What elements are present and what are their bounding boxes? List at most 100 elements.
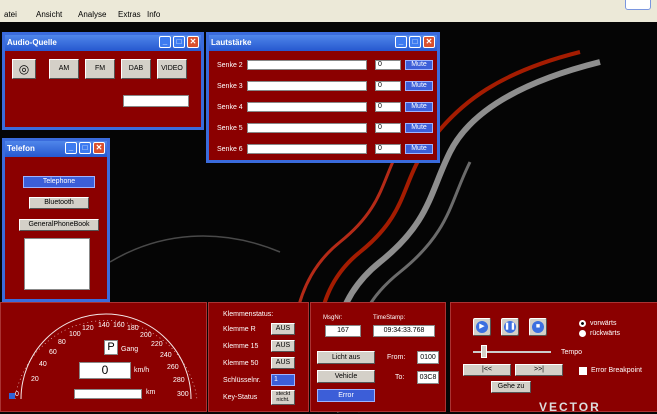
odometer-unit: km	[146, 389, 156, 396]
next-button[interactable]: >>|	[515, 364, 563, 376]
key-status-value: steckt nicht.	[271, 390, 295, 405]
senke-2-mute-button[interactable]: Mute	[405, 60, 433, 70]
cd-source-button[interactable]: ◎	[12, 59, 36, 79]
prev-button[interactable]: |<<	[463, 364, 511, 376]
fm-source-button[interactable]: FM	[85, 59, 115, 79]
tick-100: 100	[69, 331, 81, 338]
licht-aus-button[interactable]: Licht aus	[317, 351, 375, 364]
senke-3-mute-button[interactable]: Mute	[405, 81, 433, 91]
to-label: To:	[395, 374, 405, 381]
klemme-r-value: AUS	[271, 323, 295, 335]
from-label: From:	[387, 354, 406, 361]
menu-info[interactable]: Info	[147, 10, 160, 19]
backward-radio[interactable]	[579, 330, 586, 337]
stop-button[interactable]: ■	[529, 318, 547, 336]
klemme-r-label: Klemme R	[223, 326, 256, 333]
audio-source-window: Audio-Quelle _ □ ✕ ◎ AM FM DAB VIDEO	[2, 32, 204, 130]
senke-4-value[interactable]: 0	[375, 102, 401, 112]
from-value[interactable]: 0100	[417, 351, 439, 364]
window-control[interactable]	[625, 0, 651, 10]
minimize-icon[interactable]: _	[65, 142, 77, 154]
klemmen-title: Klemmenstatus:	[223, 311, 274, 318]
maximize-icon[interactable]: □	[173, 36, 185, 48]
senke-2-value[interactable]: 0	[375, 60, 401, 70]
senke-2-slider[interactable]	[247, 60, 367, 70]
phone-title: Telefon	[7, 144, 35, 153]
senke-5-value[interactable]: 0	[375, 123, 401, 133]
senke-5-slider[interactable]	[247, 123, 367, 133]
minimize-icon[interactable]: _	[395, 36, 407, 48]
to-value[interactable]: 03C8	[417, 371, 439, 384]
bluetooth-button[interactable]: Bluetooth	[29, 197, 89, 209]
speed-display: 0	[79, 362, 131, 379]
telephone-button[interactable]: Telephone	[23, 176, 95, 188]
senke-6-slider[interactable]	[247, 144, 367, 154]
vehicle-button[interactable]: Vehicle	[317, 370, 375, 383]
video-source-button[interactable]: VIDEO	[157, 59, 187, 79]
message-panel: MsgNr: 167 TimeStamp: 09:34:33.768 Licht…	[310, 302, 446, 412]
maximize-icon[interactable]: □	[79, 142, 91, 154]
audio-source-titlebar[interactable]: Audio-Quelle _ □ ✕	[5, 35, 201, 51]
schluesselnr-label: Schlüsselnr.	[223, 377, 261, 384]
tick-300: 300	[177, 391, 189, 398]
senke-5-mute-button[interactable]: Mute	[405, 123, 433, 133]
msgnr-label: MsgNr:	[323, 315, 343, 321]
menu-analyse[interactable]: Analyse	[78, 10, 106, 19]
volume-titlebar[interactable]: Lautstärke _ □ ✕	[209, 35, 437, 51]
pause-icon: ❚❚	[504, 321, 516, 333]
play-button[interactable]: ▶	[473, 318, 491, 336]
error-button[interactable]: Error	[317, 389, 375, 402]
maximize-icon[interactable]: □	[409, 36, 421, 48]
close-icon[interactable]: ✕	[93, 142, 105, 154]
senke-3-value[interactable]: 0	[375, 81, 401, 91]
stop-icon: ■	[532, 321, 544, 333]
goto-button[interactable]: Gehe zu	[491, 381, 531, 393]
phone-display	[24, 238, 90, 290]
minimize-icon[interactable]: _	[159, 36, 171, 48]
playback-panel: ▶ ❚❚ ■ vorwärts rückwärts Tempo |<< >>| …	[450, 302, 657, 414]
tick-260: 260	[167, 364, 179, 371]
forward-radio[interactable]	[579, 320, 586, 327]
tempo-label: Tempo	[561, 349, 583, 356]
tick-140: 140	[98, 322, 110, 329]
volume-title: Lautstärke	[211, 38, 252, 47]
phone-titlebar[interactable]: Telefon _ □ ✕	[5, 141, 107, 157]
senke-6-mute-button[interactable]: Mute	[405, 144, 433, 154]
tick-0: 0	[15, 391, 19, 398]
senke-6-value[interactable]: 0	[375, 144, 401, 154]
menu-bar: atei Ansicht Analyse Extras Info	[0, 0, 657, 22]
cd-icon: ◎	[18, 62, 30, 76]
menu-extras[interactable]: Extras	[118, 10, 141, 19]
klemme-15-value: AUS	[271, 340, 295, 352]
senke-2-label: Senke 2	[217, 62, 243, 69]
tick-120: 120	[82, 325, 94, 332]
tick-240: 240	[160, 352, 172, 359]
tick-280: 280	[173, 377, 185, 384]
senke-4-mute-button[interactable]: Mute	[405, 102, 433, 112]
menu-ansicht[interactable]: Ansicht	[36, 10, 62, 19]
audio-source-display	[123, 95, 189, 107]
tick-80: 80	[58, 339, 66, 346]
tempo-slider-handle[interactable]	[481, 345, 487, 358]
error-breakpoint-checkbox[interactable]	[579, 367, 587, 375]
menu-datei[interactable]: atei	[4, 10, 17, 19]
key-status-label: Key-Status	[223, 394, 258, 401]
senke-3-slider[interactable]	[247, 81, 367, 91]
klemme-50-label: Klemme 50	[223, 360, 259, 367]
error-breakpoint-label: Error Breakpoint	[591, 367, 642, 374]
close-icon[interactable]: ✕	[423, 36, 435, 48]
am-source-button[interactable]: AM	[49, 59, 79, 79]
senke-4-label: Senke 4	[217, 104, 243, 111]
tick-20: 20	[31, 376, 39, 383]
senke-4-slider[interactable]	[247, 102, 367, 112]
gear-display: P	[104, 340, 118, 355]
phonebook-button[interactable]: GeneralPhoneBook	[19, 219, 99, 231]
phone-window: Telefon _ □ ✕ Telephone Bluetooth Genera…	[2, 138, 110, 302]
dab-source-button[interactable]: DAB	[121, 59, 151, 79]
tick-160: 160	[113, 322, 125, 329]
schluesselnr-value[interactable]: 1	[271, 374, 295, 386]
senke-6-label: Senke 6	[217, 146, 243, 153]
pause-button[interactable]: ❚❚	[501, 318, 519, 336]
close-icon[interactable]: ✕	[187, 36, 199, 48]
senke-5-label: Senke 5	[217, 125, 243, 132]
